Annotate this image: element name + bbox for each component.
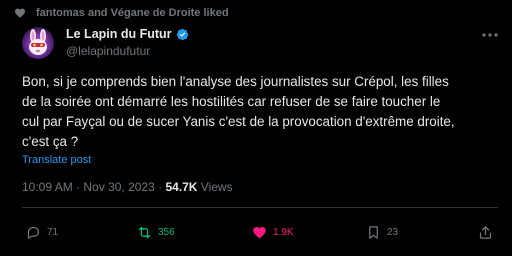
author-name[interactable]: Le Lapin du Futur xyxy=(66,27,189,41)
rabbit-avatar-image xyxy=(22,27,54,59)
tweet-text-line: Bon, si je comprends bien l'analyse des … xyxy=(22,74,449,89)
views-label: Views xyxy=(197,180,233,194)
author-name-text: Le Lapin du Futur xyxy=(66,27,172,41)
bookmark-button[interactable]: 23 xyxy=(366,224,398,240)
tweet-meta: 10:09 AM · Nov 30, 2023 · 54.7K Views xyxy=(22,180,233,194)
bookmark-icon xyxy=(369,225,378,239)
share-icon xyxy=(479,225,492,239)
reply-icon xyxy=(27,226,40,239)
heart-icon xyxy=(15,8,25,18)
meta-separator: · xyxy=(72,180,84,194)
tweet-date[interactable]: Nov 30, 2023 xyxy=(83,180,154,194)
more-icon xyxy=(482,33,498,37)
social-context[interactable]: fantomas and Végane de Droite liked xyxy=(15,5,229,21)
meta-separator: · xyxy=(154,180,166,194)
author-handle[interactable]: @lelapindufutur xyxy=(66,44,150,58)
avatar[interactable] xyxy=(22,27,54,59)
tweet-text-line: cul par Fayçal ou de sucer Yanis c'est d… xyxy=(22,114,455,129)
divider xyxy=(22,207,498,208)
bookmark-count: 23 xyxy=(387,226,399,238)
heart-filled-icon xyxy=(253,226,266,238)
verified-badge-icon xyxy=(176,28,188,40)
views-count: 54.7K xyxy=(165,180,198,194)
tweet-text-line: de la soirée ont démarré les hostilités … xyxy=(22,94,441,109)
social-context-text: fantomas and Végane de Droite liked xyxy=(36,7,229,19)
translate-post-link[interactable]: Translate post xyxy=(22,154,91,166)
repost-button[interactable]: 356 xyxy=(137,224,175,240)
like-button[interactable]: 1.9K xyxy=(252,224,294,240)
tweet-time[interactable]: 10:09 AM xyxy=(22,180,73,194)
reply-count: 71 xyxy=(47,226,59,238)
repost-count: 356 xyxy=(158,226,175,238)
repost-icon xyxy=(138,226,151,238)
reply-button[interactable]: 71 xyxy=(26,224,58,240)
share-button[interactable] xyxy=(478,224,499,240)
like-count: 1.9K xyxy=(273,226,294,238)
more-button[interactable] xyxy=(480,28,500,42)
tweet-text-line: c'est ça ? xyxy=(22,134,79,149)
tweet-text: Bon, si je comprends bien l'analyse des … xyxy=(22,72,506,152)
